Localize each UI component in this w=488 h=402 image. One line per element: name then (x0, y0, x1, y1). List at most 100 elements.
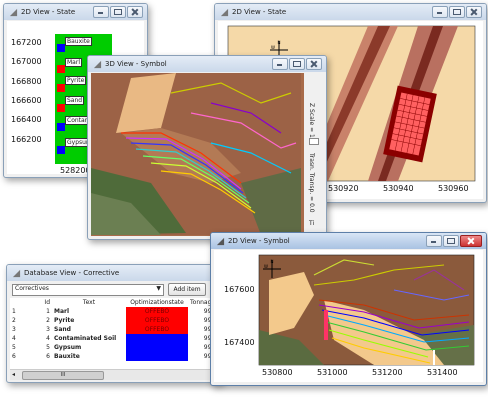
cell-id: 5 (46, 344, 50, 351)
3d-canvas[interactable] (91, 73, 304, 236)
scroll-thumb[interactable]: III (22, 371, 104, 380)
minimize-button[interactable] (432, 6, 448, 18)
app-icon (12, 269, 21, 277)
app-icon (216, 237, 225, 245)
close-button[interactable] (466, 6, 482, 18)
truncated-label: Ti (309, 220, 315, 227)
add-item-button[interactable]: Add item (168, 283, 206, 296)
corrective-dropdown[interactable]: Correctives ▼ (12, 284, 164, 296)
y-tick: 167200 (11, 38, 42, 47)
close-button[interactable] (306, 58, 322, 70)
map-canvas[interactable]: NW 167600 167400 530800 531000 531200 53… (214, 250, 483, 382)
transparency-label: Trasn. Transp. = 0.0 (308, 153, 315, 213)
marker-label: Sand (65, 96, 85, 105)
app-icon (93, 60, 102, 68)
maximize-button[interactable] (289, 58, 305, 70)
window-title: 2D View - State (21, 8, 76, 16)
marker-label: Bauxite (65, 37, 92, 46)
table-row[interactable]: 3 3 Sand OFFEBO 99 (10, 325, 213, 334)
y-tick: 167000 (11, 57, 42, 66)
3d-terrain-render (91, 73, 301, 235)
app-icon (220, 8, 229, 16)
y-tick: 166200 (11, 135, 42, 144)
marker[interactable] (57, 65, 65, 73)
x-tick: 530940 (383, 184, 414, 193)
row-number: 1 (12, 308, 16, 315)
side-panel: Z Scale = 1.0 Trasn. Transp. = 0.0 Ti (304, 73, 323, 236)
marker[interactable] (57, 123, 65, 131)
marker[interactable] (57, 84, 65, 92)
horizontal-scrollbar[interactable]: ◂ III (10, 369, 219, 380)
titlebar[interactable]: 2D View - State (215, 4, 486, 20)
marker[interactable] (57, 146, 65, 154)
titlebar[interactable]: Database View - Corrective (7, 265, 222, 281)
cell-state (126, 343, 188, 352)
cell-state (126, 352, 188, 361)
maximize-button[interactable] (443, 235, 459, 247)
y-tick: 166800 (11, 77, 42, 86)
window-title: 2D View - Symbol (228, 237, 290, 245)
row-number: 2 (12, 317, 16, 324)
symbol-map-plot (214, 250, 483, 382)
cell-id: 2 (46, 317, 50, 324)
x-tick: 531000 (317, 368, 348, 377)
minimize-button[interactable] (272, 58, 288, 70)
svg-text:N: N (271, 259, 274, 264)
marker[interactable] (57, 44, 65, 52)
table-row[interactable]: 4 4 Contaminated Soil 99 (10, 334, 213, 343)
titlebar[interactable]: 2D View - State (4, 4, 147, 20)
marker-label: Pyrite (65, 76, 87, 85)
table-row[interactable]: 1 1 Marl OFFEBO 99 (10, 307, 213, 316)
x-tick: 531200 (372, 368, 403, 377)
maximize-button[interactable] (449, 6, 465, 18)
database-view-window[interactable]: Database View - Corrective Correctives ▼… (6, 264, 223, 383)
minimize-button[interactable] (93, 6, 109, 18)
col-text[interactable]: Text (52, 298, 126, 307)
scroll-left-icon[interactable]: ◂ (12, 371, 15, 378)
chevron-down-icon: ▼ (156, 285, 161, 292)
cell-id: 1 (46, 308, 50, 315)
table-row[interactable]: 6 6 Bauxite 99 (10, 352, 213, 361)
marker[interactable] (57, 104, 65, 112)
toolbar: Correctives ▼ Add item (10, 283, 219, 297)
svg-text:W: W (271, 45, 275, 50)
y-tick: 166400 (11, 115, 42, 124)
table-row[interactable]: 5 5 Gypsum 99 (10, 343, 213, 352)
dropdown-value: Correctives (15, 285, 49, 292)
table-container[interactable]: Id Text Optimizationstate Tonnag 1 1 Mar… (10, 298, 219, 369)
col-id[interactable]: Id (26, 298, 52, 307)
3d-view-window[interactable]: 3D View - Symbol Z Scale = 1.0 Trasn. Tr… (87, 55, 327, 240)
cell-state: OFFEBO (126, 316, 188, 325)
x-tick: 530800 (262, 368, 293, 377)
x-tick: 530960 (438, 184, 469, 193)
titlebar[interactable]: 2D View - Symbol (211, 233, 486, 249)
scroll-grip: III (60, 372, 66, 378)
cell-state: OFFEBO (126, 307, 188, 316)
col-optstate[interactable]: Optimizationstate (126, 298, 188, 307)
row-number: 6 (12, 353, 16, 360)
cell-text: Contaminated Soil (54, 335, 117, 342)
table-row[interactable]: 2 2 Pyrite OFFEBO 99 (10, 316, 213, 325)
cell-id: 3 (46, 326, 50, 333)
titlebar[interactable]: 3D View - Symbol (88, 56, 326, 72)
close-button[interactable] (127, 6, 143, 18)
cell-id: 6 (46, 353, 50, 360)
close-button[interactable] (460, 235, 482, 247)
maximize-button[interactable] (110, 6, 126, 18)
cell-state (126, 334, 188, 343)
cell-id: 4 (46, 335, 50, 342)
y-tick: 167600 (224, 285, 255, 294)
z-scale-slider[interactable] (309, 138, 319, 145)
row-number: 3 (12, 326, 16, 333)
table-header: Id Text Optimizationstate Tonnag (10, 298, 214, 307)
cell-text: Sand (54, 326, 71, 333)
cell-text: Marl (54, 308, 70, 315)
svg-text:W: W (264, 264, 268, 269)
app-icon (9, 8, 18, 16)
x-tick: 528200 (60, 166, 91, 175)
cell-text: Gypsum (54, 344, 82, 351)
minimize-button[interactable] (426, 235, 442, 247)
row-number: 5 (12, 344, 16, 351)
symbol-view-window[interactable]: 2D View - Symbol N W 167600 167400 53080… (210, 232, 487, 386)
cell-text: Pyrite (54, 317, 75, 324)
